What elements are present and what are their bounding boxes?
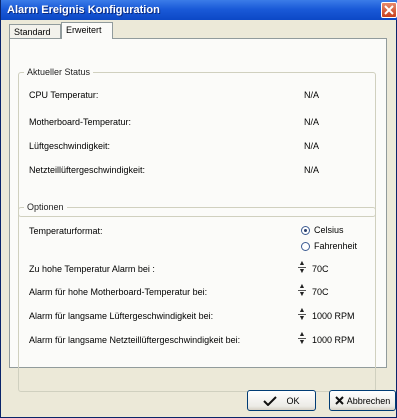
motherboard-temp-value: N/A: [304, 117, 320, 127]
spin-up-icon[interactable]: ▲: [297, 331, 307, 338]
spin-down-icon[interactable]: ▼: [297, 291, 307, 298]
x-icon: [335, 396, 344, 405]
cancel-button-label: Abbrechen: [346, 395, 391, 406]
fahrenheit-label[interactable]: Fahrenheit: [314, 241, 357, 251]
psu-fan-alarm-value[interactable]: 1000 RPM: [312, 335, 355, 345]
temp-format-label: Temperaturformat:: [29, 226, 103, 236]
checkmark-icon: [263, 395, 278, 406]
psu-fan-alarm-label: Alarm für langsame Netzteillüftergeschwi…: [29, 335, 241, 345]
celsius-label[interactable]: Celsius: [314, 225, 344, 235]
title-bar[interactable]: Alarm Ereignis Konfiguration: [1, 0, 397, 20]
fahrenheit-radio[interactable]: [301, 242, 310, 251]
window-title: Alarm Ereignis Konfiguration: [7, 4, 160, 16]
high-temp-alarm-spinner[interactable]: ▲ ▼: [297, 260, 307, 276]
cpu-temp-label: CPU Temperatur:: [29, 90, 99, 100]
fan-speed-alarm-label: Alarm für langsame Lüftergeschwindigkeit…: [29, 311, 214, 321]
tab-standard-label: Standard: [14, 27, 51, 37]
fan-speed-label: Lüftgeschwindigkeit:: [29, 141, 111, 151]
celsius-radio[interactable]: [301, 226, 310, 235]
tab-panel: Aktueller Status CPU Temperatur: N/A Mot…: [9, 38, 387, 392]
mb-temp-alarm-spinner[interactable]: ▲ ▼: [297, 283, 307, 299]
cpu-temp-value: N/A: [304, 90, 320, 100]
close-icon: [384, 5, 394, 15]
motherboard-temp-label: Motherboard-Temperatur:: [29, 117, 132, 127]
status-group-title: Aktueller Status: [24, 67, 94, 77]
fan-speed-alarm-spinner[interactable]: ▲ ▼: [297, 307, 307, 323]
high-temp-alarm-value[interactable]: 70C: [312, 264, 329, 274]
psu-fan-speed-value: N/A: [304, 165, 320, 175]
fan-speed-value: N/A: [304, 141, 320, 151]
spin-up-icon[interactable]: ▲: [297, 260, 307, 267]
psu-fan-alarm-spinner[interactable]: ▲ ▼: [297, 331, 307, 347]
high-temp-alarm-label: Zu hohe Temperatur Alarm bei :: [29, 264, 155, 274]
spin-up-icon[interactable]: ▲: [297, 307, 307, 314]
mb-temp-alarm-label: Alarm für hohe Motherboard-Temperatur be…: [29, 287, 208, 297]
tab-erweitert-label: Erweitert: [66, 25, 102, 35]
psu-fan-speed-label: Netzteillüftergeschwindigkeit:: [29, 165, 146, 175]
ok-button[interactable]: OK: [247, 390, 316, 411]
tab-standard[interactable]: Standard: [9, 24, 61, 38]
spin-down-icon[interactable]: ▼: [297, 315, 307, 322]
spin-up-icon[interactable]: ▲: [297, 283, 307, 290]
options-group-title: Optionen: [24, 202, 67, 212]
tab-erweitert[interactable]: Erweitert: [61, 22, 113, 39]
close-button[interactable]: [381, 2, 397, 18]
spin-down-icon[interactable]: ▼: [297, 339, 307, 346]
mb-temp-alarm-value[interactable]: 70C: [312, 287, 329, 297]
ok-button-label: OK: [286, 395, 300, 406]
fan-speed-alarm-value[interactable]: 1000 RPM: [312, 311, 355, 321]
cancel-button[interactable]: Abbrechen: [329, 390, 396, 411]
dialog-window: Alarm Ereignis Konfiguration Standard Er…: [0, 0, 397, 418]
spin-down-icon[interactable]: ▼: [297, 268, 307, 275]
